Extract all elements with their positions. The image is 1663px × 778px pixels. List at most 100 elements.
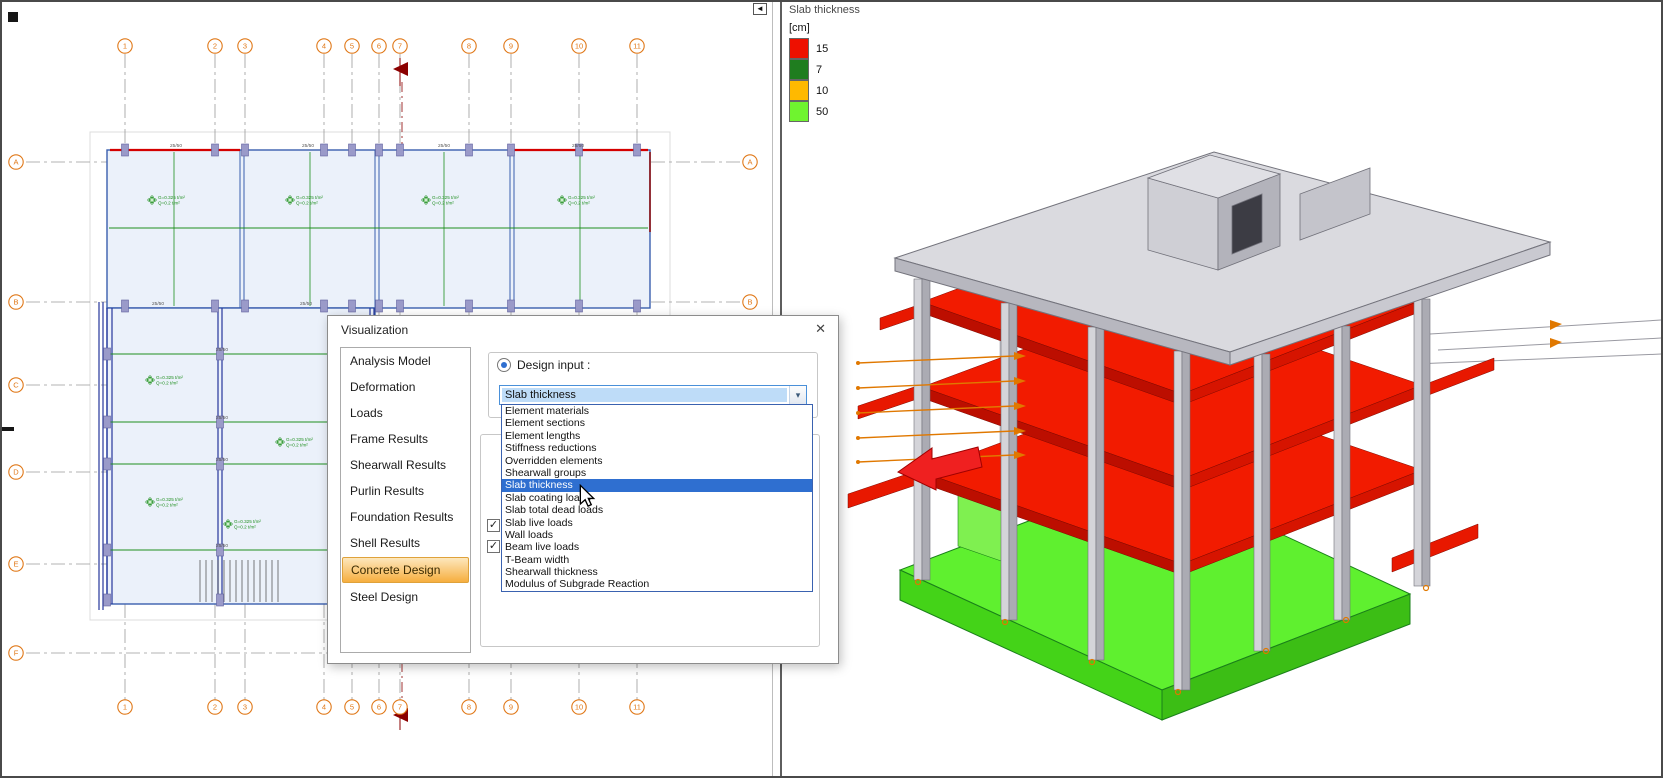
svg-text:11: 11 [633, 42, 641, 51]
category-item[interactable]: Purlin Results [341, 478, 470, 504]
model-3d-view[interactable] [848, 152, 1662, 720]
svg-text:7: 7 [398, 703, 402, 712]
svg-text:Q=0.2 t/m²: Q=0.2 t/m² [296, 201, 318, 206]
dropdown-option[interactable]: Wall loads [502, 529, 812, 541]
category-item[interactable]: Deformation [341, 374, 470, 400]
combobox-value: Slab thickness [502, 388, 787, 402]
svg-text:A: A [747, 158, 752, 167]
svg-text:G=0.325 t/m²: G=0.325 t/m² [156, 497, 183, 502]
legend-swatch [789, 101, 809, 122]
svg-text:Q=0.2 t/m²: Q=0.2 t/m² [156, 381, 178, 386]
svg-text:G=0.325 t/m²: G=0.325 t/m² [286, 437, 313, 442]
combobox-dropdown-list: Element materialsElement sectionsElement… [501, 404, 813, 592]
dropdown-option[interactable]: Shearwall groups [502, 467, 812, 479]
svg-text:G=0.325 t/m²: G=0.325 t/m² [296, 195, 323, 200]
dropdown-option[interactable]: Stiffness reductions [502, 442, 812, 454]
design-input-radio[interactable]: Design input : [497, 358, 590, 372]
radio-icon [497, 358, 511, 372]
svg-text:D: D [13, 468, 19, 477]
close-icon: ✕ [815, 321, 826, 336]
legend-swatch [789, 59, 809, 80]
svg-text:4: 4 [322, 703, 326, 712]
check-icon: ✓ [489, 519, 498, 531]
svg-text:3: 3 [243, 703, 247, 712]
svg-text:6: 6 [377, 703, 381, 712]
category-item[interactable]: Steel Design [341, 584, 470, 610]
dropdown-option[interactable]: Overridden elements [502, 455, 812, 467]
dropdown-option[interactable]: T-Beam width [502, 554, 812, 566]
svg-text:6: 6 [377, 42, 381, 51]
svg-text:G=0.325 t/m²: G=0.325 t/m² [158, 195, 185, 200]
splitter-grip-icon[interactable]: ◄ [753, 3, 767, 15]
svg-text:25/50: 25/50 [152, 301, 164, 307]
svg-text:25/50: 25/50 [302, 143, 314, 149]
legend-entry: 7 [785, 59, 860, 80]
svg-text:Q=0.2 t/m²: Q=0.2 t/m² [432, 201, 454, 206]
category-item[interactable]: Shearwall Results [341, 452, 470, 478]
checkbox-1[interactable]: ✓ [487, 519, 500, 532]
svg-text:25/50: 25/50 [216, 415, 228, 421]
svg-text:Q=0.2 t/m²: Q=0.2 t/m² [158, 201, 180, 206]
svg-text:B: B [13, 298, 18, 307]
svg-text:2: 2 [213, 703, 217, 712]
svg-text:8: 8 [467, 703, 471, 712]
svg-text:9: 9 [509, 42, 513, 51]
dropdown-option[interactable]: Slab thickness [502, 479, 812, 491]
legend-entry: 50 [785, 101, 860, 122]
dropdown-option[interactable]: Slab live loads [502, 517, 812, 529]
category-item[interactable]: Foundation Results [341, 504, 470, 530]
svg-text:3: 3 [243, 42, 247, 51]
svg-text:G=0.325 t/m²: G=0.325 t/m² [568, 195, 595, 200]
legend-value: 7 [816, 64, 822, 76]
dropdown-option[interactable]: Element materials [502, 405, 812, 417]
close-button[interactable]: ✕ [815, 321, 826, 337]
category-list: Analysis ModelDeformationLoadsFrame Resu… [340, 347, 471, 653]
legend-entry: 10 [785, 80, 860, 101]
svg-text:1: 1 [123, 42, 127, 51]
dropdown-option[interactable]: Modulus of Subgrade Reaction [502, 578, 812, 590]
dropdown-option[interactable]: Shearwall thickness [502, 566, 812, 578]
dropdown-option[interactable]: Element lengths [502, 430, 812, 442]
svg-text:8: 8 [467, 42, 471, 51]
category-item[interactable]: Loads [341, 400, 470, 426]
svg-text:A: A [13, 158, 18, 167]
legend: Slab thickness [cm] 1571050 [785, 3, 860, 122]
svg-text:4: 4 [322, 42, 326, 51]
check-icon: ✓ [489, 540, 498, 552]
app-window: G=0.325 t/m²Q=0.2 t/m²G=0.325 t/m²Q=0.2 … [0, 0, 1663, 778]
svg-text:11: 11 [633, 703, 641, 712]
legend-value: 15 [816, 43, 828, 55]
svg-text:25/50: 25/50 [170, 143, 182, 149]
svg-text:25/50: 25/50 [216, 543, 228, 549]
design-input-label: Design input : [517, 358, 590, 372]
svg-text:G=0.325 t/m²: G=0.325 t/m² [156, 375, 183, 380]
category-item[interactable]: Frame Results [341, 426, 470, 452]
design-input-combobox[interactable]: Slab thickness ▾ [499, 385, 807, 405]
svg-text:9: 9 [509, 703, 513, 712]
legend-unit: [cm] [789, 22, 860, 34]
category-item[interactable]: Analysis Model [341, 348, 470, 374]
svg-text:E: E [13, 560, 18, 569]
category-item[interactable]: Concrete Design [342, 557, 469, 583]
dropdown-option[interactable]: Slab total dead loads [502, 504, 812, 516]
svg-text:25/50: 25/50 [438, 143, 450, 149]
svg-text:2: 2 [213, 42, 217, 51]
svg-text:10: 10 [575, 703, 583, 712]
dimension-lines [1414, 320, 1662, 364]
dropdown-option[interactable]: Slab coating loads [502, 492, 812, 504]
svg-text:5: 5 [350, 703, 354, 712]
legend-swatch [789, 38, 809, 59]
checkbox-2[interactable]: ✓ [487, 540, 500, 553]
svg-text:F: F [14, 649, 19, 658]
dialog-title: Visualization [341, 323, 408, 337]
svg-text:Q=0.2 t/m²: Q=0.2 t/m² [568, 201, 590, 206]
dropdown-option[interactable]: Beam live loads [502, 541, 812, 553]
legend-value: 50 [816, 106, 828, 118]
legend-swatch [789, 80, 809, 101]
svg-text:5: 5 [350, 42, 354, 51]
chevron-down-icon[interactable]: ▾ [789, 386, 806, 404]
dropdown-option[interactable]: Element sections [502, 417, 812, 429]
category-item[interactable]: Shell Results [341, 530, 470, 556]
svg-text:Q=0.2 t/m²: Q=0.2 t/m² [156, 503, 178, 508]
svg-text:G=0.325 t/m²: G=0.325 t/m² [234, 519, 261, 524]
